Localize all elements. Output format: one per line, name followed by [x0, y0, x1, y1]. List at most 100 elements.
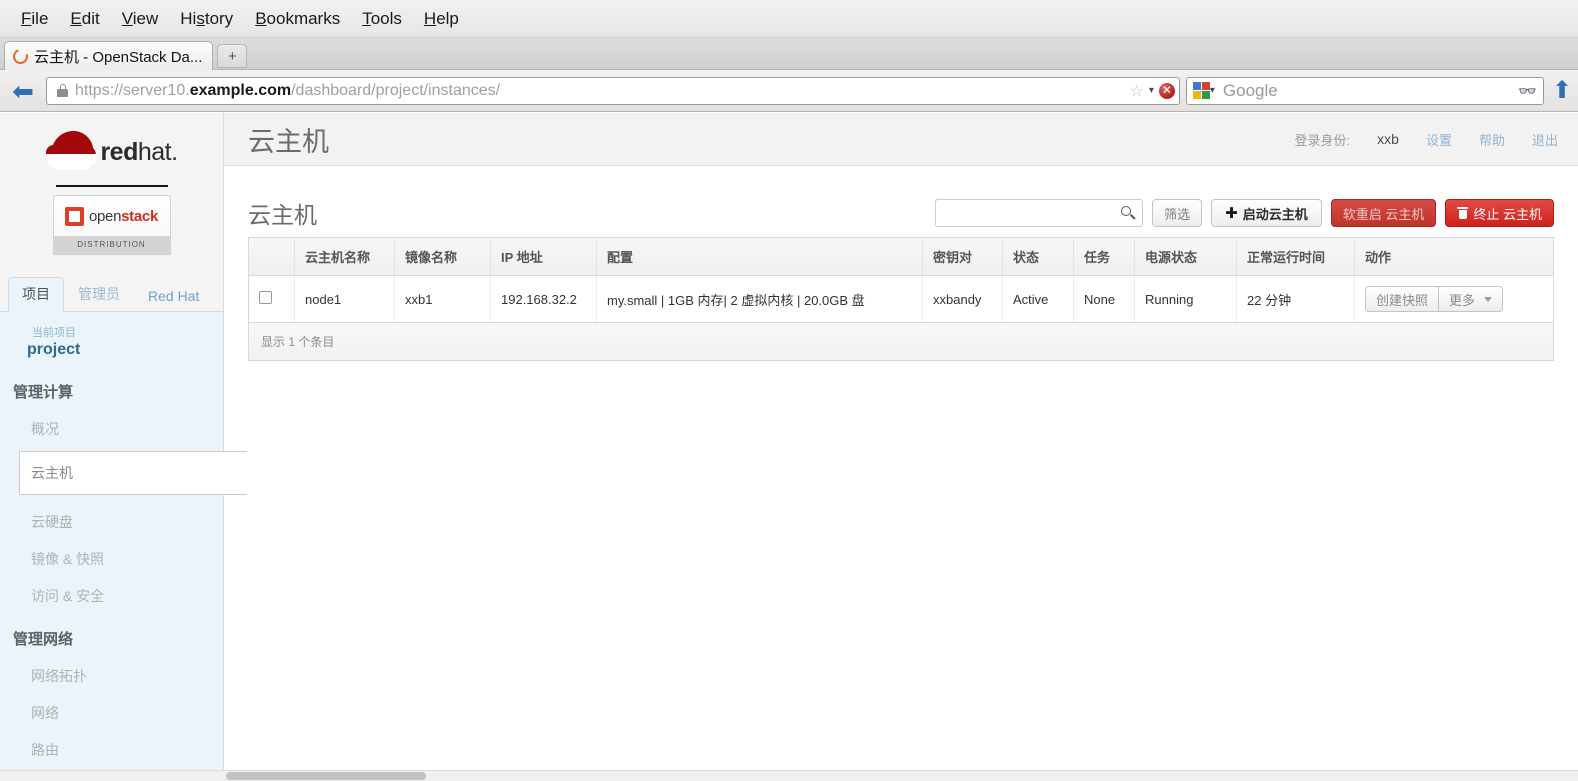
sidebar-tab-admin[interactable]: 管理员 — [64, 277, 134, 311]
search-engine-chevron-icon[interactable]: ▾ — [1210, 85, 1215, 96]
redhat-word-red: red — [100, 137, 138, 166]
more-actions-label: 更多 — [1449, 292, 1476, 308]
terminate-instances-button[interactable]: 终止 云主机 — [1445, 199, 1554, 227]
create-snapshot-button[interactable]: 创建快照 — [1365, 286, 1440, 312]
launch-instance-label: 启动云主机 — [1242, 206, 1308, 222]
browser-search-bar[interactable]: ▾ Google 👓 — [1185, 76, 1544, 105]
url-path: /dashboard/project/instances/ — [291, 81, 501, 99]
menu-view[interactable]: View — [111, 7, 170, 31]
chevron-down-icon — [1484, 296, 1493, 302]
back-button[interactable]: ⬅ — [6, 76, 40, 106]
sidebar: redhat. openstack DISTRIBUTION 项目 管理员 Re… — [0, 113, 247, 773]
col-task[interactable]: 任务 — [1073, 237, 1135, 276]
help-link[interactable]: 帮助 — [1479, 130, 1505, 149]
search-icon[interactable] — [1121, 206, 1136, 220]
launch-instance-button[interactable]: ✚ 启动云主机 — [1211, 199, 1322, 227]
col-ip-address[interactable]: IP 地址 — [490, 237, 597, 276]
page-body: redhat. openstack DISTRIBUTION 项目 管理员 Re… — [0, 113, 1578, 781]
browser-search-placeholder: Google — [1222, 80, 1278, 100]
logo-divider — [55, 185, 168, 187]
menu-file[interactable]: File — [10, 7, 59, 31]
cell-uptime: 22 分钟 — [1236, 275, 1355, 323]
row-checkbox[interactable] — [259, 291, 272, 304]
new-tab-button[interactable]: + — [217, 44, 248, 68]
terminate-label: 终止 云主机 — [1473, 206, 1542, 222]
current-project-name[interactable]: project — [0, 341, 223, 359]
logout-link[interactable]: 退出 — [1532, 130, 1558, 149]
horizontal-scrollbar[interactable] — [0, 770, 1578, 781]
sidebar-nav: 当前项目 project 管理计算 概况 云主机 云硬盘 镜像 & 快照 访问 … — [0, 312, 247, 773]
panel-title: 云主机 — [248, 202, 317, 228]
scrollbar-thumb[interactable] — [226, 772, 426, 780]
url-domain: example.com — [189, 81, 292, 99]
sidebar-item-instances[interactable]: 云主机 — [19, 451, 247, 495]
search-input[interactable] — [943, 204, 1122, 222]
col-uptime[interactable]: 正常运行时间 — [1236, 237, 1355, 276]
instances-table: 云主机名称 镜像名称 IP 地址 配置 密钥对 状态 任务 电源状态 正常运行时… — [248, 237, 1554, 323]
bookmark-star-icon[interactable]: ☆ — [1130, 81, 1144, 101]
col-actions: 动作 — [1354, 237, 1554, 276]
sidebar-item-volumes[interactable]: 云硬盘 — [0, 495, 223, 532]
openstack-logo-box: openstack DISTRIBUTION — [52, 195, 171, 255]
menu-bookmarks[interactable]: Bookmarks — [244, 7, 351, 31]
openstack-logo: openstack — [54, 196, 170, 236]
table-footer: 显示 1 个条目 — [248, 323, 1554, 361]
browser-tab[interactable]: 云主机 - OpenStack Da... — [4, 41, 214, 70]
sidebar-item-networks[interactable]: 网络 — [0, 686, 223, 723]
filter-button-label: 筛选 — [1164, 206, 1191, 222]
cell-actions: 创建快照 更多 — [1354, 275, 1554, 323]
table-row: node1 xxb1 192.168.32.2 my.small | 1GB 内… — [248, 275, 1554, 323]
address-bar[interactable]: https://server10.example.com/dashboard/p… — [46, 76, 1180, 105]
sidebar-tab-project[interactable]: 项目 — [8, 277, 64, 312]
trash-icon — [1457, 207, 1469, 219]
stop-loading-icon[interactable]: ✕ — [1158, 82, 1175, 99]
browser-menubar: File Edit View History Bookmarks Tools H… — [0, 0, 1578, 38]
plus-icon: + — [228, 47, 237, 65]
sidebar-item-network-topology[interactable]: 网络拓扑 — [0, 649, 223, 686]
menu-edit[interactable]: Edit — [59, 7, 110, 31]
table-head: 云主机名称 镜像名称 IP 地址 配置 密钥对 状态 任务 电源状态 正常运行时… — [248, 237, 1554, 276]
col-power-state[interactable]: 电源状态 — [1134, 237, 1237, 276]
cell-flavor: my.small | 1GB 内存| 2 虚拟内核 | 20.0GB 盘 — [596, 275, 923, 323]
lock-icon — [57, 84, 68, 97]
settings-link[interactable]: 设置 — [1426, 130, 1452, 149]
col-keypair[interactable]: 密钥对 — [922, 237, 1003, 276]
soft-reboot-label: 软重启 云主机 — [1342, 206, 1425, 222]
sidebar-item-access-security[interactable]: 访问 & 安全 — [0, 569, 223, 606]
panel-toolbar: 筛选 ✚ 启动云主机 软重启 云主机 终止 云主机 — [935, 199, 1554, 227]
table-search-box[interactable] — [935, 199, 1144, 227]
menu-help[interactable]: Help — [413, 7, 470, 31]
page-header: 云主机 登录身份: xxb 设置 帮助 退出 — [224, 113, 1578, 166]
col-image-name[interactable]: 镜像名称 — [394, 237, 491, 276]
cell-keypair: xxbandy — [922, 275, 1003, 323]
sidebar-item-images-snapshots[interactable]: 镜像 & 快照 — [0, 532, 223, 569]
sidebar-tabs: 项目 管理员 Red Hat — [0, 277, 223, 312]
soft-reboot-button[interactable]: 软重启 云主机 — [1330, 199, 1437, 227]
browser-tabstrip: 云主机 - OpenStack Da... + — [0, 38, 1578, 70]
plus-icon: ✚ — [1225, 204, 1238, 222]
chevron-down-icon[interactable]: ▾ — [1149, 85, 1154, 96]
address-bar-url: https://server10.example.com/dashboard/p… — [75, 82, 500, 100]
cell-instance-name[interactable]: node1 — [294, 275, 395, 323]
sidebar-item-overview[interactable]: 概况 — [0, 402, 223, 439]
binoculars-icon[interactable]: 👓 — [1518, 82, 1537, 100]
url-scheme: https://server10. — [75, 81, 190, 99]
col-instance-name[interactable]: 云主机名称 — [294, 237, 395, 276]
branding-area: redhat. openstack DISTRIBUTION — [0, 113, 223, 278]
current-project-label: 当前项目 — [32, 327, 76, 339]
sidebar-tab-redhat[interactable]: Red Hat — [134, 281, 213, 311]
logged-in-label: 登录身份: — [1294, 132, 1351, 148]
cell-power-state: Running — [1134, 275, 1237, 323]
instances-panel: 云主机 筛选 ✚ 启动云主机 软重启 云主机 终止 云主机 云主机名称 镜像名称… — [224, 166, 1578, 361]
more-actions-button[interactable]: 更多 — [1438, 286, 1504, 312]
col-flavor[interactable]: 配置 — [596, 237, 923, 276]
col-status[interactable]: 状态 — [1002, 237, 1074, 276]
browser-tab-title: 云主机 - OpenStack Da... — [34, 48, 203, 66]
col-select — [248, 237, 295, 276]
filter-button[interactable]: 筛选 — [1152, 199, 1203, 227]
sidebar-item-routers[interactable]: 路由 — [0, 723, 223, 760]
scroll-up-icon[interactable]: ⬆ — [1552, 78, 1572, 103]
row-action-group: 创建快照 更多 — [1365, 286, 1504, 312]
menu-history[interactable]: History — [169, 7, 244, 31]
menu-tools[interactable]: Tools — [351, 7, 413, 31]
